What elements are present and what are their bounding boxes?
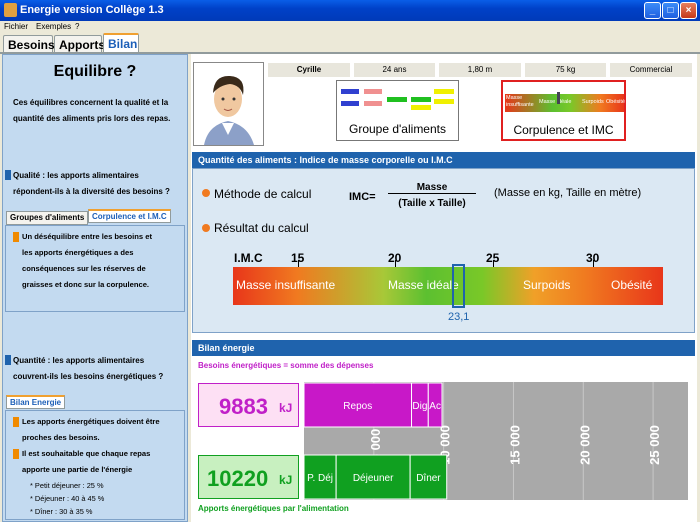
apports-unit: kJ: [279, 473, 293, 487]
person-age: 24 ans: [354, 63, 435, 77]
title-bar: Energie version Collège 1.3 _ □ ×: [0, 0, 700, 21]
method-label: Méthode de calcul: [214, 187, 312, 201]
zone-label: Masse insuffisante: [236, 278, 336, 292]
zone-label: Surpoids: [523, 278, 571, 292]
imc-section-header: Quantité des aliments : Indice de masse …: [192, 152, 695, 168]
group-color-swatch: [364, 89, 382, 94]
bullet-icon: [5, 355, 11, 365]
besoins-unit: kJ: [279, 401, 293, 415]
avatar: [193, 62, 264, 146]
formula-denominator: (Taille x Taille): [398, 198, 466, 209]
group-color-swatch: [341, 101, 359, 106]
corpulence-label: Corpulence et IMC: [513, 123, 614, 137]
besoins-total-box: 9883 kJ: [198, 383, 299, 427]
quantite-line-1: Quantité : les apports alimentaires: [13, 356, 145, 365]
dot-icon: [202, 224, 210, 232]
apports-label: Apports énergétiques par l'alimentation: [198, 504, 349, 513]
imc-scale-bar: Masse insuffisante Masse idéale Surpoids…: [233, 267, 663, 305]
result-label: Résultat du calcul: [214, 221, 309, 235]
group-color-swatch: [434, 89, 454, 94]
qualite-line-1: Qualité : les apports alimentaires: [13, 171, 139, 180]
bilan-section-header: Bilan énergie: [192, 340, 695, 356]
panel-list-item: * Dîner : 30 à 35 %: [30, 507, 93, 516]
bullet-icon: [13, 232, 19, 242]
person-job: Commercial: [610, 63, 692, 77]
group-color-swatch: [434, 99, 454, 104]
left-panel: Equilibre ? Ces équilibres concernent la…: [2, 54, 188, 522]
panel-line: les apports énergétiques a des: [22, 248, 134, 257]
qualite-line-2: répondent-ils à la diversité des besoins…: [13, 187, 170, 196]
window-title: Energie version Collège 1.3: [20, 4, 164, 16]
close-button[interactable]: ×: [680, 2, 697, 19]
mini-zone-label: Surpoids: [582, 99, 604, 105]
panel-line: proches des besoins.: [22, 433, 100, 442]
group-color-swatch: [341, 89, 359, 94]
avatar-portrait: [204, 75, 254, 145]
intro-line-1: Ces équilibres concernent la qualité et …: [13, 98, 169, 107]
zone-label: Obésité: [611, 278, 653, 292]
person-name: Cyrille: [268, 63, 350, 77]
menu-fichier[interactable]: Fichier: [4, 22, 28, 31]
panel-line: Les apports énergétiques doivent être: [22, 417, 160, 426]
quantite-line-2: couvrent-ils les besoins énergétiques ?: [13, 372, 164, 381]
info-panel-bilan: Les apports énergétiques doivent être pr…: [5, 410, 185, 520]
apports-value: 10220: [207, 466, 269, 491]
bullet-icon: [13, 417, 19, 427]
formula-prefix: IMC=: [349, 191, 376, 203]
mini-imc-marker: [557, 92, 560, 104]
panel-line: Un déséquilibre entre les besoins et: [22, 232, 152, 241]
apports-total-box: 10220 kJ: [198, 455, 299, 499]
besoins-label: Besoins énergétiques = somme des dépense…: [198, 361, 374, 370]
minimize-button[interactable]: _: [644, 2, 661, 19]
panel-line: graisses et donc sur la corpulence.: [22, 280, 150, 289]
panel-line: conséquences sur les réserves de: [22, 264, 146, 273]
besoins-value: 9883: [219, 394, 268, 419]
menu-exemples[interactable]: Exemples: [36, 22, 71, 31]
group-color-swatch: [364, 101, 382, 106]
imc-axis-title: I.M.C: [234, 251, 263, 265]
formula-numerator: Masse: [388, 182, 476, 194]
tab-bilan[interactable]: Bilan: [103, 33, 139, 53]
app-window: Energie version Collège 1.3 _ □ × Fichie…: [0, 0, 700, 522]
group-color-swatch: [411, 105, 431, 110]
subtab-bilan-energie[interactable]: Bilan Energie: [6, 395, 66, 409]
subtab-groupes[interactable]: Groupes d'aliments: [6, 211, 89, 225]
person-height: 1,80 m: [439, 63, 521, 77]
tab-apports[interactable]: Apports: [54, 35, 105, 53]
dot-icon: [202, 189, 210, 197]
imc-value-marker: [452, 264, 465, 308]
subtab-corpulence[interactable]: Corpulence et I.M.C: [88, 209, 171, 223]
groupe-aliments-button[interactable]: Groupe d'aliments: [336, 80, 459, 141]
group-color-swatch: [411, 97, 431, 102]
left-title: Equilibre ?: [53, 63, 137, 80]
panel-line: Il est souhaitable que chaque repas: [22, 449, 151, 458]
mini-zone-label: Masse insuffisante: [506, 95, 534, 108]
mini-zone-label: Obésité: [606, 99, 625, 105]
bullet-icon: [5, 170, 11, 180]
panel-line: apporte une partie de l'énergie: [22, 465, 133, 474]
bullet-icon: [13, 449, 19, 459]
zone-label: Masse idéale: [388, 278, 459, 292]
intro-line-2: quantité des aliments pris lors des repa…: [13, 114, 171, 123]
mini-zone-label: Masse idéale: [539, 99, 572, 105]
maximize-button[interactable]: □: [662, 2, 679, 19]
app-icon: [4, 3, 17, 17]
tab-besoins[interactable]: Besoins: [3, 35, 55, 53]
person-weight: 75 kg: [525, 63, 606, 77]
imc-value: 23,1: [448, 311, 470, 323]
formula-units: (Masse en kg, Taille en mètre): [494, 187, 642, 199]
group-color-swatch: [387, 97, 407, 102]
menu-help[interactable]: ?: [75, 22, 79, 31]
groupe-aliments-label: Groupe d'aliments: [348, 122, 446, 136]
corpulence-imc-button[interactable]: Masse insuffisante Masse idéale Surpoids…: [501, 80, 626, 141]
info-panel-corpulence: Un déséquilibre entre les besoins et les…: [5, 225, 185, 312]
menu-bar: Fichier Exemples ?: [0, 21, 700, 33]
